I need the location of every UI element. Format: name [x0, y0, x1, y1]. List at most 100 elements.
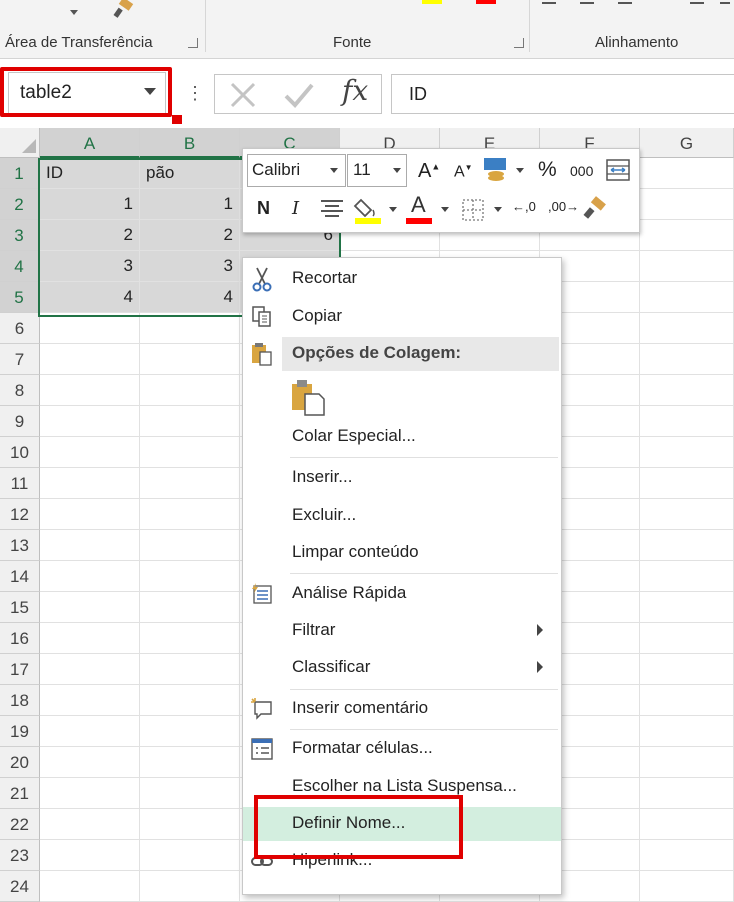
borders-icon[interactable] [461, 198, 485, 222]
row-header-22[interactable]: 22 [0, 809, 40, 840]
clipboard-launcher-icon[interactable] [188, 38, 198, 48]
row-header-4[interactable]: 4 [0, 251, 40, 282]
cell-a17[interactable] [40, 654, 140, 685]
font-color-icon[interactable]: A [406, 192, 432, 226]
fill-color-stub[interactable] [476, 0, 496, 4]
cell-g4[interactable] [640, 251, 734, 282]
menu-item-sort[interactable]: Classificar [243, 651, 561, 685]
cell-b13[interactable] [140, 530, 240, 561]
chevron-down-icon[interactable] [330, 168, 338, 173]
bold-button[interactable]: N [257, 198, 270, 219]
decrease-decimal-icon[interactable]: ,00→ [548, 199, 579, 214]
row-header-17[interactable]: 17 [0, 654, 40, 685]
cell-b23[interactable] [140, 840, 240, 871]
cell-a24[interactable] [40, 871, 140, 902]
cell-g5[interactable] [640, 282, 734, 313]
cell-g24[interactable] [640, 871, 734, 902]
align-stub-2[interactable] [580, 2, 594, 4]
format-painter-icon[interactable] [582, 196, 610, 222]
chevron-down-icon[interactable] [393, 168, 401, 173]
cell-b20[interactable] [140, 747, 240, 778]
cell-b10[interactable] [140, 437, 240, 468]
row-header-23[interactable]: 23 [0, 840, 40, 871]
cell-b24[interactable] [140, 871, 240, 902]
cell-g11[interactable] [640, 468, 734, 499]
row-header-20[interactable]: 20 [0, 747, 40, 778]
formula-input[interactable] [391, 74, 734, 114]
cell-g9[interactable] [640, 406, 734, 437]
menu-item-insert[interactable]: Inserir... [243, 461, 561, 495]
row-header-7[interactable]: 7 [0, 344, 40, 375]
align-stub-4[interactable] [690, 2, 704, 4]
cell-g15[interactable] [640, 592, 734, 623]
menu-item-cut[interactable]: Recortar [243, 262, 561, 296]
increase-decimal-icon[interactable]: ←,0 [512, 199, 536, 214]
row-header-9[interactable]: 9 [0, 406, 40, 437]
row-header-10[interactable]: 10 [0, 437, 40, 468]
cell-a6[interactable] [40, 313, 140, 344]
number-format-icon[interactable] [482, 156, 512, 184]
more-options-icon[interactable]: ⋮ [186, 84, 204, 102]
insert-function-icon[interactable]: fx [342, 74, 368, 107]
cell-a15[interactable] [40, 592, 140, 623]
chevron-down-icon[interactable] [494, 207, 502, 212]
decrease-font-icon[interactable]: A▼ [454, 163, 473, 181]
cell-g16[interactable] [640, 623, 734, 654]
row-header-24[interactable]: 24 [0, 871, 40, 902]
menu-item-quick-analysis[interactable]: Análise Rápida [243, 577, 561, 611]
row-header-19[interactable]: 19 [0, 716, 40, 747]
cell-b22[interactable] [140, 809, 240, 840]
row-header-2[interactable]: 2 [0, 189, 40, 220]
cell-b14[interactable] [140, 561, 240, 592]
cell-b9[interactable] [140, 406, 240, 437]
align-stub-1[interactable] [542, 2, 556, 4]
cancel-icon[interactable] [228, 80, 258, 110]
row-header-21[interactable]: 21 [0, 778, 40, 809]
cell-a23[interactable] [40, 840, 140, 871]
cell-b16[interactable] [140, 623, 240, 654]
menu-item-paste-special[interactable]: Colar Especial... [243, 420, 561, 454]
row-header-12[interactable]: 12 [0, 499, 40, 530]
cell-g10[interactable] [640, 437, 734, 468]
menu-item-format-cells[interactable]: Formatar células... [243, 732, 561, 766]
cell-g3[interactable] [640, 220, 734, 251]
column-header-b[interactable]: B [140, 128, 240, 158]
fill-color-icon[interactable] [353, 194, 383, 226]
cell-a11[interactable] [40, 468, 140, 499]
cell-a22[interactable] [40, 809, 140, 840]
cell-g8[interactable] [640, 375, 734, 406]
cell-g14[interactable] [640, 561, 734, 592]
cell-b15[interactable] [140, 592, 240, 623]
cell-b8[interactable] [140, 375, 240, 406]
row-header-8[interactable]: 8 [0, 375, 40, 406]
cell-g13[interactable] [640, 530, 734, 561]
row-header-15[interactable]: 15 [0, 592, 40, 623]
align-stub-3[interactable] [618, 2, 632, 4]
row-header-13[interactable]: 13 [0, 530, 40, 561]
row-header-1[interactable]: 1 [0, 158, 40, 189]
cell-b21[interactable] [140, 778, 240, 809]
cell-g23[interactable] [640, 840, 734, 871]
menu-item-delete[interactable]: Excluir... [243, 499, 561, 533]
cell-a21[interactable] [40, 778, 140, 809]
check-icon[interactable] [282, 80, 316, 110]
cell-b6[interactable] [140, 313, 240, 344]
cell-a7[interactable] [40, 344, 140, 375]
row-header-3[interactable]: 3 [0, 220, 40, 251]
menu-item-insert-comment[interactable]: Inserir comentário [243, 692, 561, 726]
italic-button[interactable]: I [292, 198, 299, 219]
merge-cells-icon[interactable] [605, 158, 631, 182]
row-header-16[interactable]: 16 [0, 623, 40, 654]
format-painter-icon[interactable] [112, 0, 138, 18]
cell-a19[interactable] [40, 716, 140, 747]
cell-g6[interactable] [640, 313, 734, 344]
cell-b12[interactable] [140, 499, 240, 530]
cell-g7[interactable] [640, 344, 734, 375]
increase-font-icon[interactable]: A▲ [418, 160, 440, 183]
menu-item-clear-contents[interactable]: Limpar conteúdo [243, 536, 561, 570]
cell-a16[interactable] [40, 623, 140, 654]
column-header-g[interactable]: G [640, 128, 734, 158]
cell-g12[interactable] [640, 499, 734, 530]
cell-a14[interactable] [40, 561, 140, 592]
cell-a12[interactable] [40, 499, 140, 530]
